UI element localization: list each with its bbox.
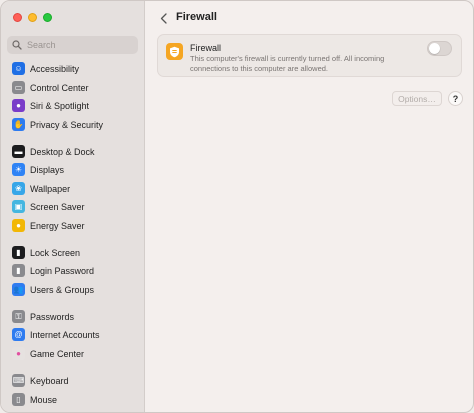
login-password-icon: ▮ — [12, 264, 25, 277]
sidebar-item-energy-saver[interactable]: ● Energy Saver — [7, 217, 139, 234]
sidebar-item-label: Keyboard — [30, 375, 69, 386]
chevron-left-icon — [160, 12, 167, 24]
minimize-window-button[interactable] — [28, 13, 37, 22]
sidebar-item-label: Energy Saver — [30, 220, 85, 231]
energy-saver-icon: ● — [12, 219, 25, 232]
sidebar-item-desktop-dock[interactable]: ▬ Desktop & Dock — [7, 143, 139, 160]
window-controls — [13, 13, 52, 22]
sidebar-item-label: Login Password — [30, 265, 95, 276]
users-groups-icon: 👥 — [12, 283, 25, 296]
sidebar-item-siri-spotlight[interactable]: ● Siri & Spotlight — [7, 97, 139, 114]
sidebar-item-lock-screen[interactable]: ▮ Lock Screen — [7, 244, 139, 261]
sidebar-item-login-password[interactable]: ▮ Login Password — [7, 262, 139, 279]
close-window-button[interactable] — [13, 13, 22, 22]
lock-screen-icon: ▮ — [12, 246, 25, 259]
control-center-icon: ▭ — [12, 81, 25, 94]
hand-icon: ✋ — [12, 118, 25, 131]
firewall-description: This computer's firewall is currently tu… — [190, 54, 385, 73]
siri-icon: ● — [12, 99, 25, 112]
sidebar-item-accessibility[interactable]: ☺ Accessibility — [7, 60, 139, 77]
settings-window: Search ☺ Accessibility ▭ Control Center ● Sir… — [0, 0, 474, 413]
wallpaper-icon: ❀ — [12, 182, 25, 195]
sidebar-item-screen-saver[interactable]: ▣ Screen Saver — [7, 198, 139, 215]
sidebar-item-keyboard[interactable]: ⌨ Keyboard — [7, 372, 139, 389]
help-button[interactable]: ? — [448, 91, 463, 106]
sidebar-item-label: Control Center — [30, 82, 89, 93]
sidebar-item-label: Displays — [30, 164, 65, 175]
search-placeholder: Search — [27, 40, 56, 50]
sidebar-item-label: Internet Accounts — [30, 329, 100, 340]
sidebar-item-label: Mouse — [30, 394, 58, 405]
sidebar-item-internet-accounts[interactable]: @ Internet Accounts — [7, 326, 139, 343]
sidebar-item-mouse[interactable]: ▯ Mouse — [7, 391, 139, 408]
sidebar-item-label: Accessibility — [30, 63, 80, 74]
toggle-knob — [429, 43, 440, 54]
sidebar-item-label: Siri & Spotlight — [30, 100, 90, 111]
displays-icon: ☀ — [12, 163, 25, 176]
sidebar-item-users-groups[interactable]: 👥 Users & Groups — [7, 281, 139, 298]
sidebar-item-label: Privacy & Security — [30, 119, 104, 130]
screen-saver-icon: ▣ — [12, 200, 25, 213]
sidebar-item-label: Game Center — [30, 348, 85, 359]
sidebar-item-privacy-security[interactable]: ✋ Privacy & Security — [7, 116, 139, 133]
accessibility-icon: ☺ — [12, 62, 25, 75]
sidebar: Search ☺ Accessibility ▭ Control Center ● Sir… — [1, 1, 145, 412]
search-icon — [12, 40, 22, 50]
sidebar-item-label: Screen Saver — [30, 201, 85, 212]
firewall-shield-icon — [166, 43, 183, 60]
main-pane: Firewall Firewall This computer's firewa… — [146, 1, 473, 412]
at-sign-icon: @ — [12, 328, 25, 341]
sidebar-item-label: Lock Screen — [30, 247, 81, 258]
sidebar-item-game-center[interactable]: ● Game Center — [7, 345, 139, 362]
firewall-card: Firewall This computer's firewall is cur… — [157, 34, 462, 77]
firewall-title: Firewall — [190, 43, 222, 53]
desktop-dock-icon: ▬ — [12, 145, 25, 158]
back-button[interactable] — [157, 11, 169, 25]
options-button[interactable]: Options… — [392, 91, 442, 106]
search-field[interactable]: Search — [7, 36, 138, 54]
sidebar-item-label: Wallpaper — [30, 183, 71, 194]
sidebar-item-wallpaper[interactable]: ❀ Wallpaper — [7, 180, 139, 197]
page-title: Firewall — [176, 11, 217, 23]
game-center-icon: ● — [12, 347, 25, 360]
keyboard-icon: ⌨ — [12, 374, 25, 387]
mouse-icon: ▯ — [12, 393, 25, 406]
sidebar-item-displays[interactable]: ☀ Displays — [7, 161, 139, 178]
firewall-toggle[interactable] — [427, 41, 452, 56]
zoom-window-button[interactable] — [43, 13, 52, 22]
sidebar-item-label: Users & Groups — [30, 284, 95, 295]
sidebar-item-control-center[interactable]: ▭ Control Center — [7, 79, 139, 96]
sidebar-item-passwords[interactable]: ⚿ Passwords — [7, 308, 139, 325]
sidebar-item-label: Desktop & Dock — [30, 146, 95, 157]
sidebar-item-label: Passwords — [30, 311, 75, 322]
key-icon: ⚿ — [12, 310, 25, 323]
